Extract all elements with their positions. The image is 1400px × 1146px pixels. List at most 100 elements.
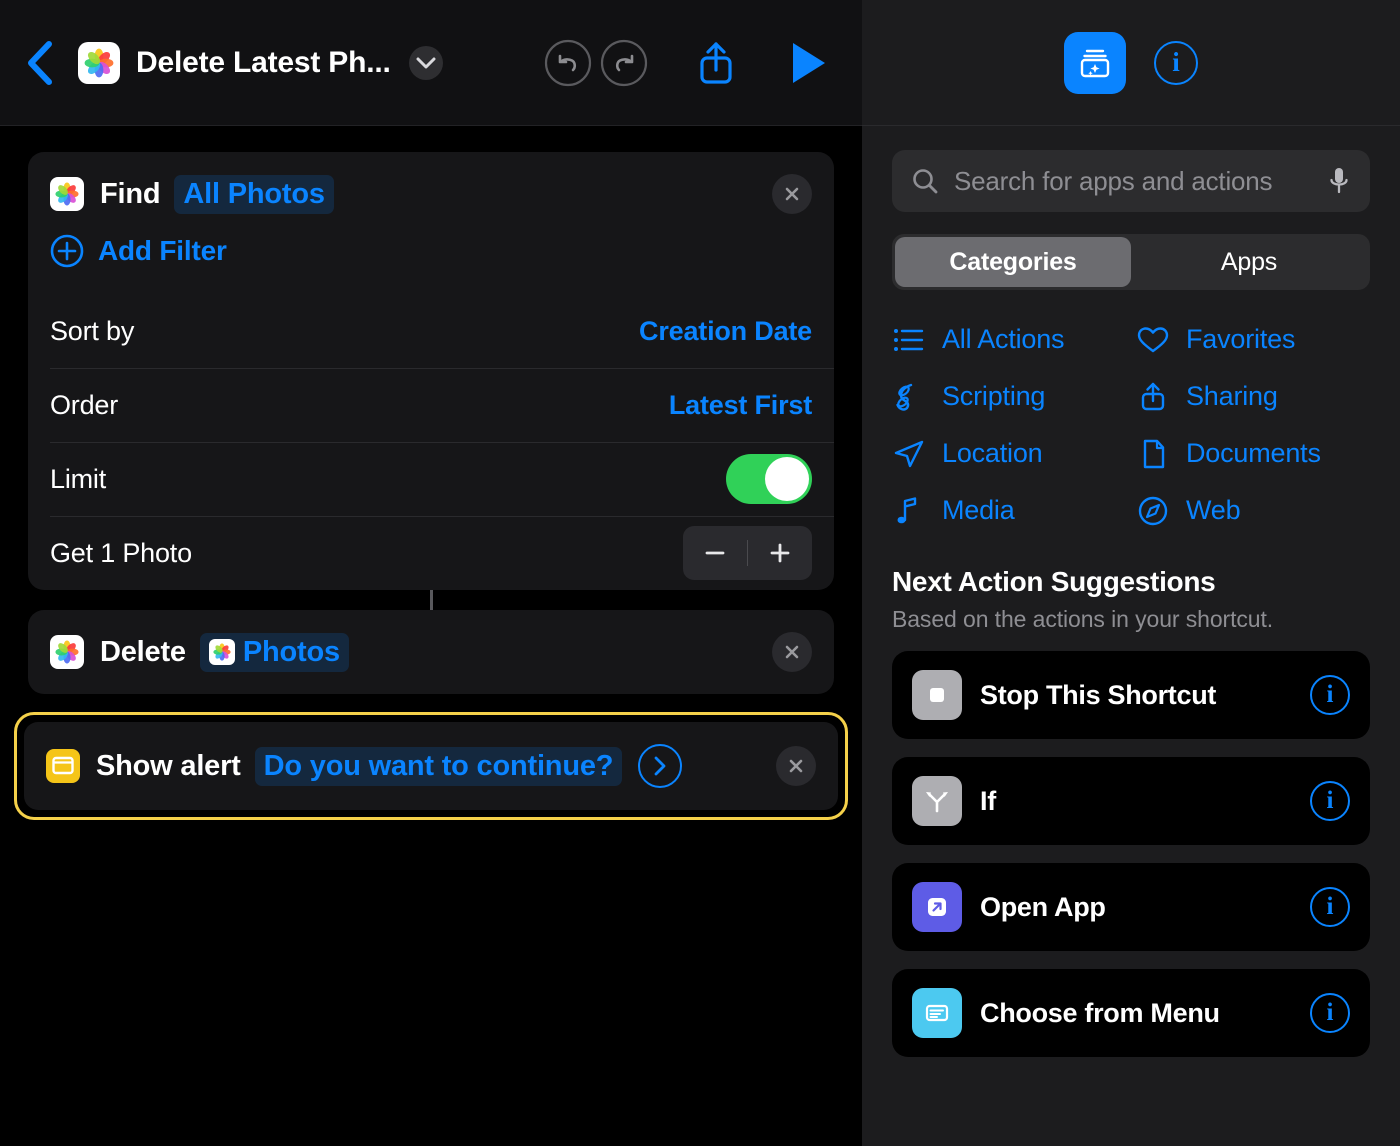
- category-media[interactable]: Media: [892, 495, 1126, 526]
- stepper-decrement-button[interactable]: [683, 526, 747, 580]
- search-bar[interactable]: Search for apps and actions: [892, 150, 1370, 212]
- suggestion-label: Open App: [980, 891, 1106, 922]
- chevron-right-circle-icon[interactable]: [638, 744, 683, 788]
- music-note-icon: [897, 496, 917, 523]
- photos-app-icon: [50, 635, 84, 669]
- action-card-find[interactable]: Find All Photos Add Filter Sort by Creat…: [28, 152, 834, 590]
- show-alert-action-header: Show alert Do you want to continue?: [24, 722, 838, 810]
- category-scripting[interactable]: Scripting: [892, 381, 1126, 412]
- close-icon: [785, 645, 799, 659]
- back-button[interactable]: [18, 38, 62, 88]
- limit-toggle[interactable]: [726, 454, 812, 504]
- category-label: Web: [1186, 495, 1241, 525]
- action-library-pane: i Search for apps and actions Categories…: [862, 0, 1400, 1146]
- delete-token-label: Photos: [242, 635, 340, 668]
- find-action-header: Find All Photos: [28, 152, 834, 214]
- info-circle-icon[interactable]: i: [1310, 887, 1350, 927]
- compass-icon: [1138, 496, 1168, 525]
- parameter-row-get-photos[interactable]: Get 1 Photo: [28, 516, 834, 590]
- remove-delete-action-button[interactable]: [772, 632, 812, 672]
- category-label: All Actions: [942, 324, 1065, 354]
- category-label: Scripting: [942, 381, 1046, 411]
- get-photos-label: Get 1 Photo: [50, 537, 192, 568]
- info-circle-icon[interactable]: i: [1310, 781, 1350, 821]
- parameter-row-limit[interactable]: Limit: [28, 442, 834, 516]
- action-library-button[interactable]: [1064, 31, 1126, 94]
- suggestion-label: Choose from Menu: [980, 997, 1220, 1028]
- undo-button[interactable]: [540, 35, 596, 91]
- suggestions-list: Stop This Shortcut i If i Open App i Cho…: [892, 651, 1370, 1057]
- info-circle-icon[interactable]: i: [1310, 675, 1350, 715]
- actions-canvas: Find All Photos Add Filter Sort by Creat…: [0, 126, 862, 820]
- search-icon: [913, 169, 938, 194]
- shortcut-title-menu-button[interactable]: [408, 45, 443, 80]
- parameter-value-order[interactable]: Latest First: [669, 390, 812, 421]
- close-icon: [785, 187, 799, 201]
- suggestion-choose-from-menu[interactable]: Choose from Menu i: [892, 969, 1370, 1057]
- parameter-label: Limit: [50, 463, 107, 494]
- menu-list-icon: [912, 988, 962, 1038]
- redo-button[interactable]: [596, 35, 652, 91]
- suggestion-open-app[interactable]: Open App i: [892, 863, 1370, 951]
- suggestion-stop-this-shortcut[interactable]: Stop This Shortcut i: [892, 651, 1370, 739]
- info-circle-icon[interactable]: i: [1310, 993, 1350, 1033]
- show-alert-action-verb: Show alert: [96, 749, 241, 782]
- category-label: Media: [942, 495, 1015, 525]
- chevron-left-icon: [28, 40, 52, 85]
- share-button[interactable]: [688, 35, 744, 91]
- category-all-actions[interactable]: All Actions: [892, 324, 1126, 355]
- category-documents[interactable]: Documents: [1136, 438, 1370, 469]
- parameter-label: Order: [50, 389, 119, 420]
- scripting-icon: [896, 383, 913, 411]
- category-label: Location: [942, 438, 1043, 468]
- find-action-verb: Find: [100, 177, 161, 210]
- suggestion-label: If: [980, 785, 996, 816]
- share-icon: [1141, 382, 1165, 410]
- delete-action-input-token[interactable]: Photos: [199, 632, 349, 672]
- suggestion-if[interactable]: If i: [892, 757, 1370, 845]
- editor-toolbar: Delete Latest Ph...: [0, 0, 862, 126]
- action-library-icon: [1080, 49, 1110, 77]
- location-arrow-icon: [894, 440, 924, 467]
- show-alert-message-token[interactable]: Do you want to continue?: [254, 746, 623, 786]
- run-button[interactable]: [780, 35, 836, 91]
- stepper-increment-button[interactable]: [748, 526, 812, 580]
- open-app-icon: [912, 882, 962, 932]
- chevron-down-icon: [416, 57, 436, 68]
- undo-icon: [544, 39, 592, 86]
- add-filter-button[interactable]: Add Filter: [28, 214, 834, 294]
- find-action-target-token[interactable]: All Photos: [174, 174, 334, 214]
- document-icon: [1143, 439, 1165, 468]
- alert-window-icon: [46, 749, 80, 783]
- plus-icon: [770, 543, 790, 563]
- microphone-icon: [1330, 168, 1348, 194]
- photo-count-stepper[interactable]: [683, 526, 812, 580]
- library-segmented-control[interactable]: Categories Apps: [892, 234, 1370, 290]
- branch-icon: [912, 776, 962, 826]
- suggestion-label: Stop This Shortcut: [980, 679, 1217, 710]
- tab-apps[interactable]: Apps: [1131, 237, 1367, 287]
- info-circle-icon[interactable]: i: [1154, 40, 1198, 85]
- remove-find-action-button[interactable]: [772, 174, 812, 214]
- parameter-row-order[interactable]: Order Latest First: [28, 368, 834, 442]
- category-sharing[interactable]: Sharing: [1136, 381, 1370, 412]
- shortcut-title[interactable]: Delete Latest Ph...: [136, 46, 391, 80]
- search-input[interactable]: Search for apps and actions: [954, 166, 1312, 197]
- action-card-delete[interactable]: Delete Photos: [28, 610, 834, 694]
- photos-app-icon: [78, 41, 120, 84]
- action-card-show-alert[interactable]: Show alert Do you want to continue?: [24, 722, 838, 810]
- tab-categories[interactable]: Categories: [895, 237, 1131, 287]
- parameter-row-sort-by[interactable]: Sort by Creation Date: [28, 294, 834, 368]
- category-location[interactable]: Location: [892, 438, 1126, 469]
- category-favorites[interactable]: Favorites: [1136, 324, 1370, 355]
- add-filter-label: Add Filter: [98, 235, 227, 266]
- share-icon: [700, 41, 732, 84]
- remove-show-alert-action-button[interactable]: [776, 746, 816, 786]
- minus-icon: [705, 551, 725, 555]
- redo-icon: [600, 39, 648, 86]
- library-toolbar: i: [862, 0, 1400, 126]
- category-web[interactable]: Web: [1136, 495, 1370, 526]
- play-icon: [793, 42, 825, 83]
- list-bullet-icon: [894, 328, 924, 351]
- parameter-value-sort-by[interactable]: Creation Date: [639, 316, 812, 347]
